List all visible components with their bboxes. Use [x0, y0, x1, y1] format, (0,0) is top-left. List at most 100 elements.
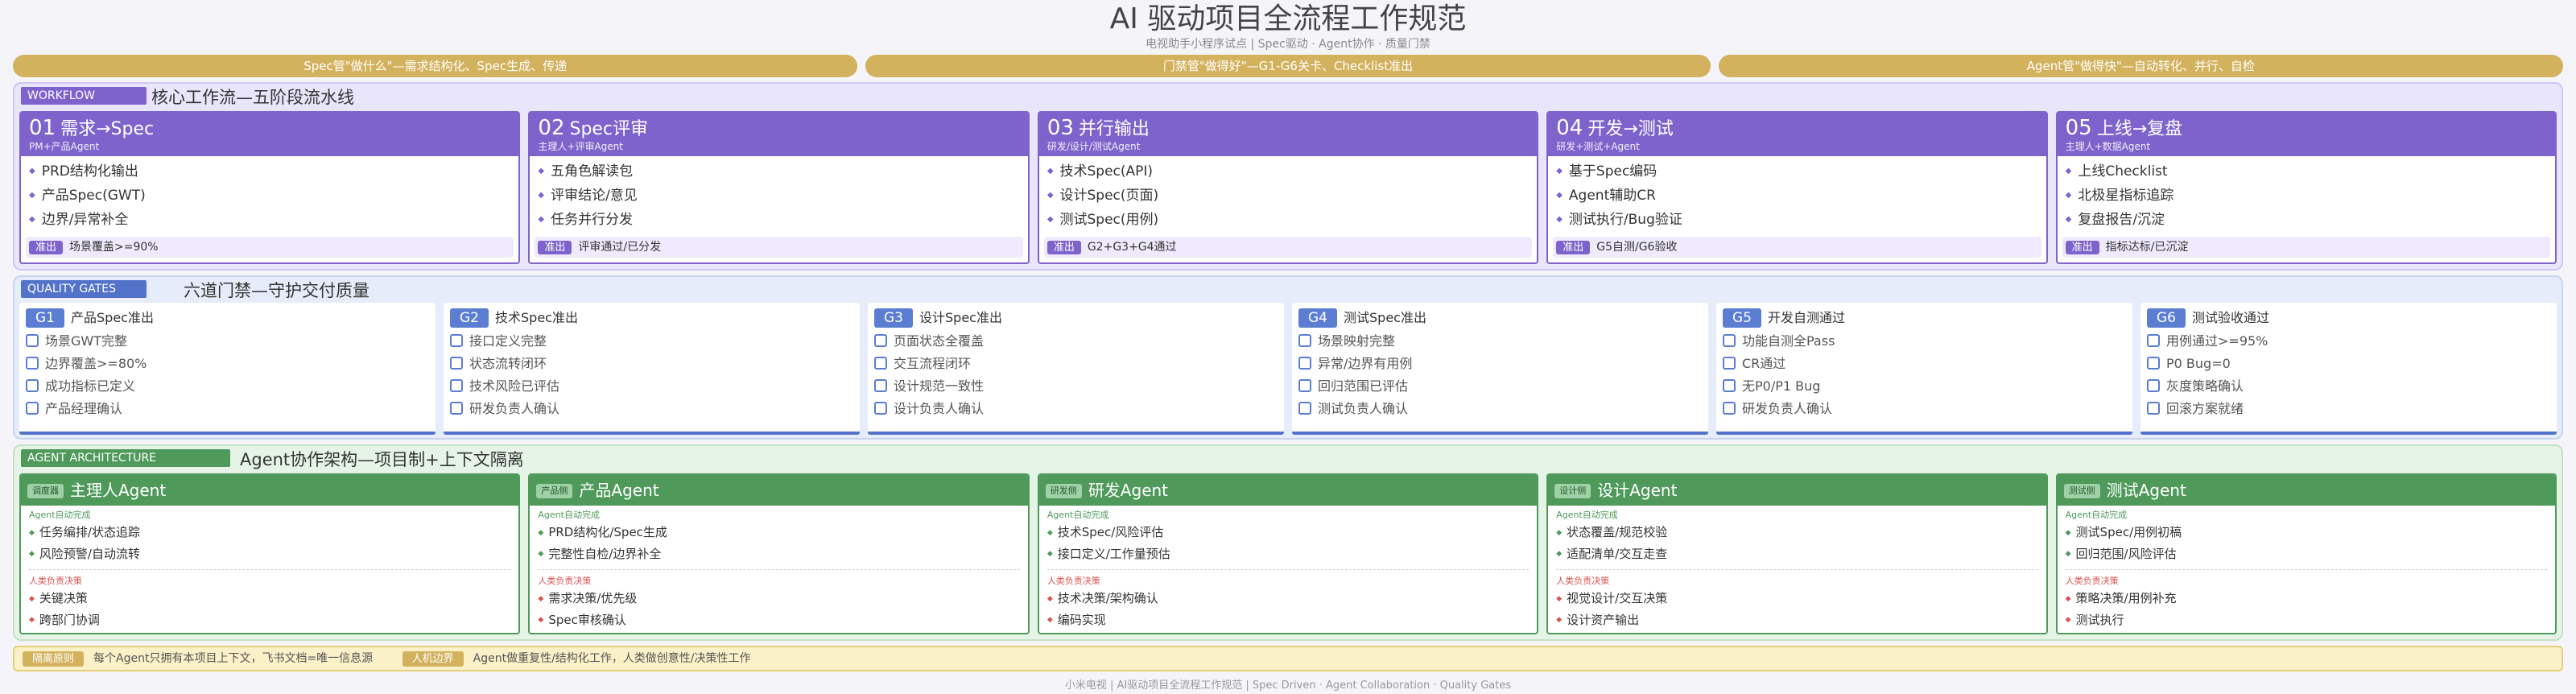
page-subtitle: 电视助手小程序试点 | Spec驱动 · Agent协作 · 质量门禁 — [1146, 38, 1430, 51]
stage-item: 复盘报告/沉淀 — [2066, 208, 2547, 232]
agent-name: 产品Agent — [579, 481, 659, 500]
gate-check-item: 无P0/P1 Bug — [1723, 375, 2126, 398]
stage-exit: 准出 指标达标/已沉淀 — [2062, 237, 2551, 258]
human-label: 人类负责决策 — [2065, 576, 2119, 586]
stage-item: 北极星指标追踪 — [2066, 184, 2547, 208]
stage-item: 五角色解读包 — [538, 159, 1019, 184]
agent-card: 研发侧研发Agent Agent自动完成 技术Spec/风险评估接口定义/工作量… — [1037, 473, 1539, 634]
agent-name: 研发Agent — [1088, 481, 1169, 500]
gate-id: G6 — [2147, 308, 2186, 328]
stage-exit: 准出 G2+G3+G4通过 — [1043, 237, 1533, 258]
stage-role: PM+产品Agent — [29, 141, 100, 152]
agent-badge: 测试侧 — [2063, 484, 2100, 498]
principles-footer: 隔离原则 每个Agent只拥有本项目上下文，飞书文档=唯一信息源 人机边界 Agen… — [13, 646, 2563, 671]
gate-check-item: 成功指标已定义 — [26, 375, 429, 398]
gate-card: G5 开发自测通过 功能自测全Pass CR通过 无P0/P1 Bug 研发负责人确认 — [1716, 303, 2132, 435]
auto-item: 接口定义/工作量预估 — [1047, 543, 1529, 565]
human-item: 编码实现 — [1047, 609, 1529, 631]
auto-label: Agent自动完成 — [1556, 510, 1618, 520]
human-item: 技术决策/架构确认 — [1047, 588, 1529, 609]
agent-name: 主理人Agent — [70, 481, 167, 500]
human-item: 策略决策/用例补充 — [2066, 588, 2547, 609]
page-title: AI 驱动项目全流程工作规范 — [1109, 2, 1467, 35]
stage-number: 01 — [29, 116, 56, 140]
stage-number: 02 — [538, 116, 565, 140]
stage-name: Spec评审 — [569, 119, 649, 139]
boundary-text: Agent做重复性/结构化工作，人类做创意性/决策性工作 — [473, 652, 751, 665]
isolation-text: 每个Agent只拥有本项目上下文，飞书文档=唯一信息源 — [93, 652, 374, 665]
agent-card: 测试侧测试Agent Agent自动完成 测试Spec/用例初稿回归范围/风险评… — [2055, 473, 2557, 634]
gate-check-item: 接口定义完整 — [450, 330, 853, 353]
stage-name: 开发→测试 — [1587, 119, 1674, 139]
stage-name: 上线→复盘 — [2096, 119, 2183, 139]
gate-check-item: 灰度策略确认 — [2147, 375, 2550, 398]
stage-number: 03 — [1046, 116, 1074, 140]
stage-item: 产品Spec(GWT) — [29, 184, 510, 208]
agent-name: 设计Agent — [1597, 481, 1678, 500]
gate-check-item: 状态流转闭环 — [450, 353, 853, 375]
agent-title: Agent协作架构—项目制+上下文隔离 — [240, 450, 524, 469]
exit-criteria: 场景覆盖>=90% — [69, 241, 159, 254]
gate-check-item: 场景GWT完整 — [26, 330, 429, 353]
auto-item: 风险预警/自动流转 — [29, 543, 510, 565]
agent-badge: 产品侧 — [536, 484, 573, 498]
auto-item: 任务编排/状态追踪 — [29, 522, 510, 543]
workflow-tag: WORKFLOW — [21, 87, 147, 105]
gate-check-item: CR通过 — [1723, 353, 2126, 375]
gate-id: G4 — [1298, 308, 1337, 328]
auto-item: PRD结构化/Spec生成 — [538, 522, 1019, 543]
gate-check-item: 边界覆盖>=80% — [26, 353, 429, 375]
exit-chip: 准出 — [1556, 241, 1591, 254]
auto-label: Agent自动完成 — [2065, 510, 2128, 520]
quality-section: QUALITY GATES 六道门禁—守护交付质量 G1 产品Spec准出 场景G… — [13, 275, 2563, 440]
human-item: 跨部门协调 — [29, 609, 510, 631]
auto-label: Agent自动完成 — [1046, 510, 1109, 520]
gate-name: 测试Spec准出 — [1344, 310, 1426, 325]
auto-item: 完整性自检/边界补全 — [538, 543, 1019, 565]
stage-item: 评审结论/意见 — [538, 184, 1019, 208]
isolation-chip: 隔离原则 — [23, 651, 85, 667]
auto-item: 状态覆盖/规范校验 — [1556, 522, 2037, 543]
stage-exit: 准出 场景覆盖>=90% — [26, 237, 514, 258]
stage-item: 上线Checklist — [2066, 159, 2547, 184]
gate-check-item: 异常/边界有用例 — [1298, 353, 1702, 375]
auto-item: 技术Spec/风险评估 — [1047, 522, 1529, 543]
gate-check-item: 技术风险已评估 — [450, 375, 853, 398]
gate-name: 开发自测通过 — [1768, 310, 1846, 325]
agent-card: 调度器主理人Agent Agent自动完成 任务编排/状态追踪风险预警/自动流转… — [19, 473, 521, 634]
divider — [1046, 569, 1530, 570]
human-item: 测试执行 — [2066, 609, 2547, 631]
gate-check-item: 测试负责人确认 — [1298, 398, 1702, 420]
gate-check-item: 回归范围已评估 — [1298, 375, 1702, 398]
exit-chip: 准出 — [1046, 241, 1081, 254]
agent-badge: 设计侧 — [1554, 484, 1591, 498]
human-item: Spec审核确认 — [538, 609, 1019, 631]
gate-name: 产品Spec准出 — [71, 310, 154, 325]
auto-label: Agent自动完成 — [29, 510, 91, 520]
agent-cards: 调度器主理人Agent Agent自动完成 任务编排/状态追踪风险预警/自动流转… — [19, 473, 2557, 634]
human-label: 人类负责决策 — [29, 576, 82, 586]
gate-check-item: 设计负责人确认 — [874, 398, 1278, 420]
banner-gates: 门禁管"做得好"—G1-G6关卡、Checklist准出 — [865, 55, 1711, 77]
stage-exit: 准出 评审通过/已分发 — [535, 237, 1023, 258]
auto-label: Agent自动完成 — [538, 510, 600, 520]
gate-check-item: 研发负责人确认 — [450, 398, 853, 420]
stage-role: 主理人+数据Agent — [2065, 141, 2151, 152]
agent-card: 产品侧产品Agent Agent自动完成 PRD结构化/Spec生成完整性自检/… — [528, 473, 1030, 634]
stage-role: 主理人+评审Agent — [538, 141, 623, 152]
exit-criteria: 评审通过/已分发 — [578, 241, 662, 254]
exit-chip: 准出 — [29, 241, 64, 254]
human-item: 关键决策 — [29, 588, 510, 609]
stage-item: 设计Spec(页面) — [1047, 184, 1529, 208]
exit-criteria: 指标达标/已沉淀 — [2105, 241, 2189, 254]
human-item: 需求决策/优先级 — [538, 588, 1019, 609]
gate-id: G3 — [874, 308, 913, 328]
gate-card: G2 技术Spec准出 接口定义完整 状态流转闭环 技术风险已评估 研发负责人确认 — [444, 303, 860, 435]
gate-check-item: 页面状态全覆盖 — [874, 330, 1278, 353]
gate-check-item: 研发负责人确认 — [1723, 398, 2126, 420]
gate-check-item: 产品经理确认 — [26, 398, 429, 420]
banner-agent: Agent管"做得快"—自动转化、并行、自检 — [1718, 55, 2563, 77]
divider — [2065, 569, 2548, 570]
gate-id: G2 — [450, 308, 489, 328]
gate-check-item: 交互流程闭环 — [874, 353, 1278, 375]
